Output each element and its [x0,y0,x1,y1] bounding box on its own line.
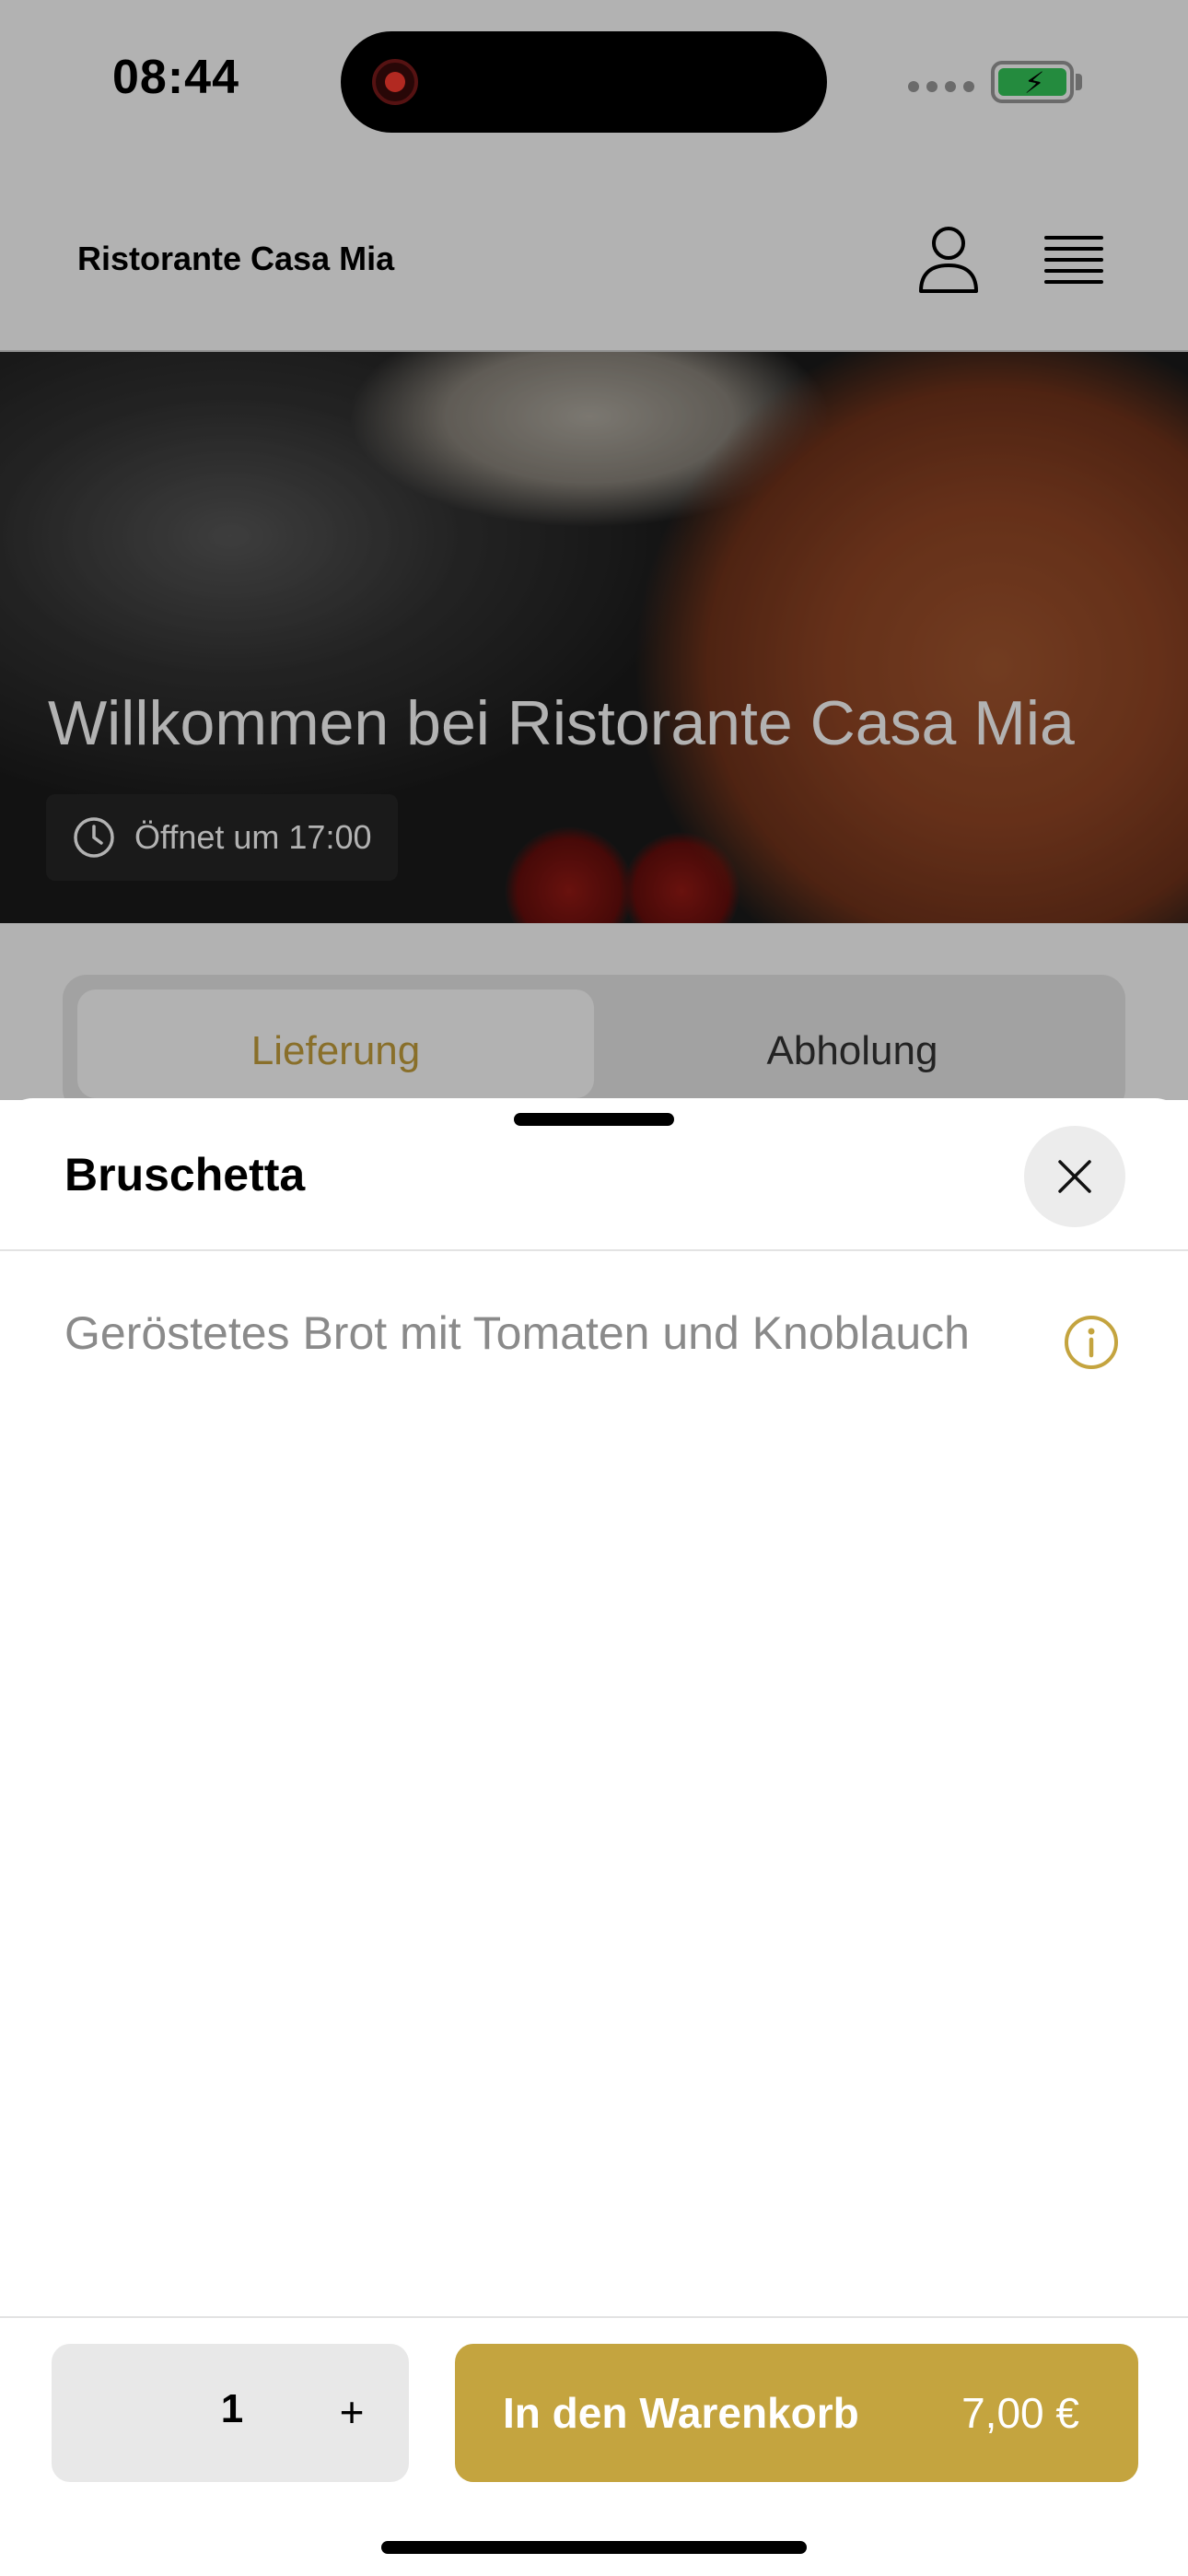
product-description: Geröstetes Brot mit Tomaten und Knoblauc… [64,1307,970,1359]
product-detail-sheet: Bruschetta Geröstetes Brot mit Tomaten u… [0,1098,1188,2576]
quantity-value: 1 [220,2386,244,2431]
close-button[interactable] [1024,1126,1125,1227]
close-icon [1058,1160,1091,1193]
product-title: Bruschetta [64,1149,306,1200]
product-price: 7,00 € [961,2389,1079,2437]
home-indicator[interactable] [381,2541,807,2554]
footer-divider [0,2316,1188,2318]
quantity-stepper: 1 + [52,2344,409,2482]
modal-backdrop[interactable] [0,0,1188,1100]
increase-quantity-button[interactable]: + [324,2384,379,2440]
divider [0,1249,1188,1251]
sheet-grabber-handle[interactable] [514,1113,674,1126]
add-to-cart-button[interactable]: In den Warenkorb 7,00 € [455,2344,1138,2482]
info-icon[interactable] [1063,1314,1120,1371]
add-to-cart-label: In den Warenkorb [503,2389,859,2437]
